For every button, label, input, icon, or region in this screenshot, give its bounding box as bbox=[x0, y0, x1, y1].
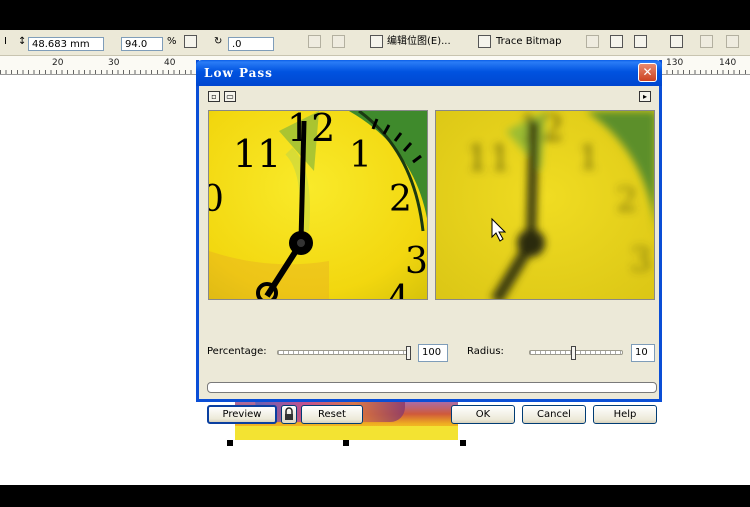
selection-handle[interactable] bbox=[227, 440, 233, 446]
blurred-numeral-1: 1 bbox=[578, 138, 600, 178]
mirror-horizontal-icon[interactable] bbox=[308, 35, 321, 48]
single-preview-icon[interactable]: ▫ bbox=[208, 91, 220, 102]
height-icon: I bbox=[4, 36, 7, 47]
percentage-slider[interactable] bbox=[277, 350, 411, 355]
edit-bitmap-icon[interactable] bbox=[370, 35, 383, 48]
low-pass-dialog: Low Pass ✕ ▫ ▭ ▸ 12 11 1 2 3 4 12 11 1 2… bbox=[196, 60, 662, 424]
blurred-numeral-12: 12 bbox=[518, 111, 564, 150]
result-preview-pane[interactable]: 12 11 1 2 3 bbox=[435, 110, 655, 300]
radius-slider[interactable] bbox=[529, 350, 623, 355]
rotate-icon: ↻ bbox=[214, 36, 223, 47]
screen: I ↕ 48.683 mm 94.0 % ↻ .0 编辑位图(E)... Tra… bbox=[0, 30, 750, 485]
property-bar: I ↕ 48.683 mm 94.0 % ↻ .0 编辑位图(E)... Tra… bbox=[0, 30, 750, 56]
edit-bitmap-button[interactable]: 编辑位图(E)... bbox=[387, 35, 451, 49]
ruler-label: 130 bbox=[666, 58, 684, 68]
ruler-label: 20 bbox=[52, 58, 64, 68]
to-front-icon[interactable] bbox=[700, 35, 713, 48]
ok-button[interactable]: OK bbox=[451, 405, 515, 424]
clock-numeral-3: 3 bbox=[405, 241, 428, 282]
ruler-label: 40 bbox=[164, 58, 176, 68]
ruler-label: 140 bbox=[719, 58, 737, 68]
wrap-text-icon[interactable] bbox=[670, 35, 683, 48]
blurred-numeral-3: 3 bbox=[630, 240, 652, 280]
rotation-field[interactable]: .0 bbox=[228, 37, 274, 51]
scale-unit: % bbox=[167, 36, 177, 47]
trace-bitmap-button[interactable]: Trace Bitmap bbox=[496, 35, 561, 49]
scale-field[interactable]: 94.0 bbox=[121, 37, 163, 51]
cancel-button[interactable]: Cancel bbox=[522, 405, 586, 424]
blurred-numeral-11: 11 bbox=[466, 139, 512, 180]
split-preview-icon[interactable]: ▭ bbox=[224, 91, 236, 102]
selection-handle[interactable] bbox=[460, 440, 466, 446]
radius-slider-thumb[interactable] bbox=[570, 346, 576, 360]
lock-ratio-icon[interactable] bbox=[184, 35, 197, 48]
clock-numeral-10: 0 bbox=[209, 179, 224, 220]
ruler-label: 30 bbox=[108, 58, 120, 68]
to-back-icon[interactable] bbox=[726, 35, 739, 48]
percentage-slider-thumb[interactable] bbox=[406, 346, 411, 360]
blurred-numeral-2: 2 bbox=[616, 180, 638, 220]
selection-handle[interactable] bbox=[343, 440, 349, 446]
percentage-input[interactable]: 100 bbox=[418, 344, 448, 362]
bitmap-color-mask-icon[interactable] bbox=[634, 35, 647, 48]
dialog-title: Low Pass bbox=[204, 66, 273, 80]
mirror-vertical-icon[interactable] bbox=[332, 35, 345, 48]
crop-bitmap-icon[interactable] bbox=[586, 35, 599, 48]
expand-arrow-icon[interactable]: ▸ bbox=[639, 91, 651, 102]
radius-label: Radius: bbox=[467, 346, 504, 357]
clock-numeral-11: 11 bbox=[233, 132, 281, 176]
height-arrow-icon: ↕ bbox=[18, 36, 27, 47]
original-preview-pane[interactable]: 12 11 1 2 3 0 4 bbox=[208, 110, 428, 300]
clock-numeral-2: 2 bbox=[389, 179, 412, 220]
clock-numeral-1: 1 bbox=[349, 135, 372, 176]
resample-icon[interactable] bbox=[610, 35, 623, 48]
reset-button[interactable]: Reset bbox=[301, 405, 363, 424]
lock-icon[interactable] bbox=[281, 405, 297, 424]
progress-bar bbox=[207, 382, 657, 393]
trace-bitmap-icon[interactable] bbox=[478, 35, 491, 48]
radius-input[interactable]: 10 bbox=[631, 344, 655, 362]
clock-numeral-4: 4 bbox=[387, 279, 410, 300]
object-size-field[interactable]: 48.683 mm bbox=[28, 37, 104, 51]
clock-numeral-12: 12 bbox=[287, 111, 335, 150]
help-button[interactable]: Help bbox=[593, 405, 657, 424]
close-icon[interactable]: ✕ bbox=[638, 63, 657, 82]
preview-button[interactable]: Preview bbox=[207, 405, 277, 424]
percentage-label: Percentage: bbox=[207, 346, 267, 357]
dialog-titlebar[interactable]: Low Pass ✕ bbox=[196, 60, 662, 86]
